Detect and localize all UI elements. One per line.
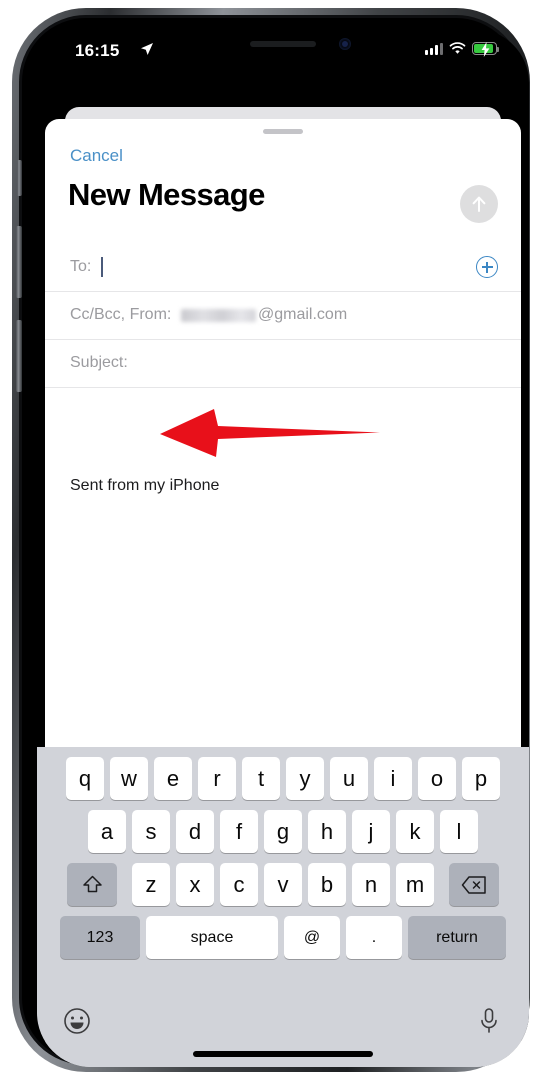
from-domain: @gmail.com	[258, 306, 348, 323]
send-button[interactable]	[460, 185, 498, 223]
front-camera	[339, 38, 351, 50]
shift-arrow-up-icon	[82, 875, 102, 893]
keyboard-row-3: z x c v b n m	[37, 863, 529, 906]
key-c[interactable]: c	[220, 863, 258, 906]
onscreen-keyboard: q w e r t y u i o p a s d f g h j k l z …	[37, 747, 529, 1067]
key-q[interactable]: q	[66, 757, 104, 800]
red-left-arrow-annotation	[158, 407, 380, 464]
key-g[interactable]: g	[264, 810, 302, 853]
status-indicators	[425, 42, 499, 57]
at-symbol-key[interactable]: @	[284, 916, 340, 959]
microphone-icon[interactable]	[477, 1007, 501, 1040]
key-z[interactable]: z	[132, 863, 170, 906]
earpiece-speaker	[250, 41, 316, 47]
from-address-value: @gmail.com	[181, 306, 347, 324]
ccbcc-from-label: Cc/Bcc, From:	[70, 306, 172, 323]
redacted-username-blur	[181, 308, 256, 322]
key-s[interactable]: s	[132, 810, 170, 853]
keyboard-bottom-bar	[37, 999, 529, 1067]
backspace-delete-icon	[461, 875, 486, 894]
keyboard-row-2: a s d f g h j k l	[37, 810, 529, 853]
page-title: New Message	[68, 177, 265, 212]
location-arrow-icon	[140, 42, 154, 61]
sheet-grabber-handle[interactable]	[263, 129, 303, 134]
key-w[interactable]: w	[110, 757, 148, 800]
volume-up-button[interactable]	[16, 226, 22, 298]
key-j[interactable]: j	[352, 810, 390, 853]
emoji-smiley-icon[interactable]	[63, 1007, 91, 1040]
to-field-row[interactable]: To:	[45, 243, 521, 292]
volume-down-button[interactable]	[16, 320, 22, 392]
key-f[interactable]: f	[220, 810, 258, 853]
subject-field-row[interactable]: Subject:	[45, 339, 521, 388]
key-r[interactable]: r	[198, 757, 236, 800]
cancel-button[interactable]: Cancel	[70, 146, 123, 166]
status-time: 16:15	[75, 41, 120, 60]
return-key[interactable]: return	[408, 916, 506, 959]
key-o[interactable]: o	[418, 757, 456, 800]
key-k[interactable]: k	[396, 810, 434, 853]
add-contact-plus-icon[interactable]	[476, 256, 498, 278]
shift-key[interactable]	[67, 863, 117, 906]
mute-switch-button[interactable]	[17, 160, 22, 196]
battery-charging-icon	[472, 42, 499, 57]
keyboard-row-4: 123 space @ . return	[37, 916, 529, 959]
key-m[interactable]: m	[396, 863, 434, 906]
backspace-key[interactable]	[449, 863, 499, 906]
key-b[interactable]: b	[308, 863, 346, 906]
key-v[interactable]: v	[264, 863, 302, 906]
phone-screen: 16:15 Cancel New Message To: Cc/Bcc, Fro…	[37, 29, 529, 1067]
key-d[interactable]: d	[176, 810, 214, 853]
to-field-text-cursor	[101, 257, 103, 277]
key-n[interactable]: n	[352, 863, 390, 906]
home-indicator[interactable]	[193, 1051, 373, 1057]
key-p[interactable]: p	[462, 757, 500, 800]
email-body-signature[interactable]: Sent from my iPhone	[70, 477, 219, 495]
phone-frame: 16:15 Cancel New Message To: Cc/Bcc, Fro…	[12, 8, 530, 1072]
ccbcc-from-field-row[interactable]: Cc/Bcc, From: @gmail.com	[45, 291, 521, 340]
period-key[interactable]: .	[346, 916, 402, 959]
key-a[interactable]: a	[88, 810, 126, 853]
key-y[interactable]: y	[286, 757, 324, 800]
key-h[interactable]: h	[308, 810, 346, 853]
notch	[185, 29, 381, 59]
numbers-key[interactable]: 123	[60, 916, 140, 959]
key-x[interactable]: x	[176, 863, 214, 906]
to-field-label: To:	[70, 258, 92, 275]
wifi-icon	[449, 42, 466, 54]
cellular-signal-icon	[425, 42, 443, 55]
key-t[interactable]: t	[242, 757, 280, 800]
space-key[interactable]: space	[146, 916, 278, 959]
keyboard-row-1: q w e r t y u i o p	[37, 757, 529, 800]
subject-field-label: Subject:	[70, 354, 128, 371]
key-i[interactable]: i	[374, 757, 412, 800]
key-l[interactable]: l	[440, 810, 478, 853]
send-arrow-up-icon	[472, 196, 486, 212]
key-u[interactable]: u	[330, 757, 368, 800]
key-e[interactable]: e	[154, 757, 192, 800]
